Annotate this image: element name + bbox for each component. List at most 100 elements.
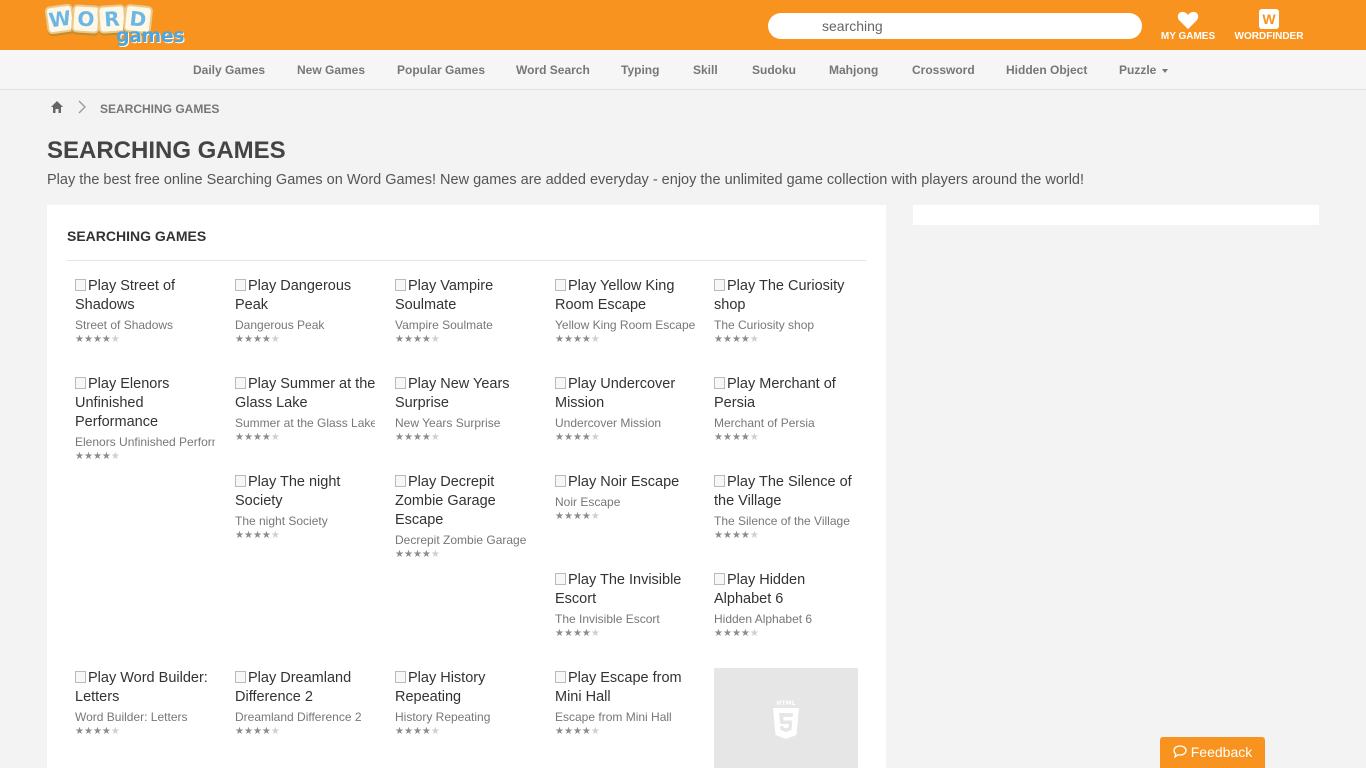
game-card[interactable]: Play Dreamland Difference 2 Dreamland Dif…: [235, 669, 379, 738]
game-card[interactable]: Play New Years Surprise New Years Surpris…: [395, 375, 539, 444]
game-thumbnail[interactable]: Play Escape from Mini Hall: [555, 669, 699, 707]
star-icon: ★: [412, 726, 422, 737]
home-icon[interactable]: [50, 100, 64, 114]
game-title[interactable]: New Years Surprise: [395, 416, 535, 430]
nav-item-puzzle[interactable]: Puzzle: [1119, 63, 1169, 77]
game-thumbnail[interactable]: Play The Silence of the Village: [714, 473, 858, 511]
nav-item-hidden-object[interactable]: Hidden Object: [1006, 63, 1087, 77]
game-thumbnail[interactable]: Play Elenors Unfinished Performance: [75, 375, 219, 432]
star-icon: ★: [403, 726, 413, 737]
game-title[interactable]: Dreamland Difference 2: [235, 710, 375, 724]
star-icon: ★: [722, 628, 732, 639]
game-card[interactable]: Play Yellow King Room Escape Yellow King …: [555, 277, 699, 346]
game-title[interactable]: Summer at the Glass Lake: [235, 416, 375, 430]
game-title[interactable]: Yellow King Room Escape: [555, 318, 695, 332]
star-icon: ★: [235, 334, 244, 345]
game-title[interactable]: History Repeating: [395, 710, 535, 724]
nav-item-new-games[interactable]: New Games: [297, 63, 365, 77]
game-title[interactable]: Merchant of Persia: [714, 416, 854, 430]
star-rating: ★★★★★: [75, 334, 219, 346]
star-icon: ★: [252, 432, 262, 443]
star-icon: ★: [270, 530, 280, 541]
game-title[interactable]: Noir Escape: [555, 495, 695, 509]
game-title[interactable]: Escape from Mini Hall: [555, 710, 695, 724]
game-title[interactable]: Elenors Unfinished Performance: [75, 435, 215, 449]
star-icon: ★: [270, 726, 280, 737]
star-rating: ★★★★★: [235, 432, 379, 444]
star-icon: ★: [395, 549, 404, 560]
game-card[interactable]: Play Elenors Unfinished Performance Eleno…: [75, 375, 219, 463]
game-card[interactable]: Play Summer at the Glass Lake Summer at t…: [235, 375, 379, 444]
game-thumbnail[interactable]: Play Vampire Soulmate: [395, 277, 539, 315]
game-card[interactable]: Play Merchant of Persia Merchant of Persi…: [714, 375, 858, 444]
game-title[interactable]: Vampire Soulmate: [395, 318, 535, 332]
game-thumbnail[interactable]: Play Noir Escape: [555, 473, 699, 492]
game-card[interactable]: Play Word Builder: Letters Word Builder: …: [75, 669, 219, 738]
game-card[interactable]: Play Undercover Mission Undercover Missio…: [555, 375, 699, 444]
sidebar-panel: [913, 205, 1319, 225]
word-games-logo[interactable]: W O R D games: [44, 3, 194, 53]
game-title[interactable]: The Silence of the Village: [714, 514, 854, 528]
game-thumbnail-placeholder[interactable]: HTML: [714, 668, 858, 768]
game-title[interactable]: The Invisible Escort: [555, 612, 695, 626]
game-thumbnail[interactable]: Play Decrepit Zombie Garage Escape: [395, 473, 539, 530]
game-title[interactable]: Street of Shadows: [75, 318, 215, 332]
game-card[interactable]: Play The Curiosity shop The Curiosity sho…: [714, 277, 858, 346]
panel-divider: [67, 260, 866, 261]
game-thumbnail[interactable]: Play Summer at the Glass Lake: [235, 375, 379, 413]
my-games-link[interactable]: MY GAMES: [1160, 9, 1216, 42]
game-card[interactable]: Play Escape from Mini Hall Escape from Mi…: [555, 669, 699, 738]
game-thumbnail-alt-text: Play Dangerous Peak: [235, 278, 352, 313]
game-thumbnail[interactable]: Play Street of Shadows: [75, 277, 219, 315]
game-title[interactable]: The Curiosity shop: [714, 318, 854, 332]
wordfinder-link[interactable]: W WORDFINDER: [1232, 9, 1306, 42]
chat-bubble-icon: [1173, 745, 1187, 759]
game-thumbnail[interactable]: Play Word Builder: Letters: [75, 669, 219, 707]
game-card[interactable]: Play The Invisible Escort The Invisible E…: [555, 571, 699, 640]
star-icon: ★: [563, 432, 573, 443]
game-thumbnail[interactable]: Play History Repeating: [395, 669, 539, 707]
game-thumbnail[interactable]: Play New Years Surprise: [395, 375, 539, 413]
nav-item-word-search[interactable]: Word Search: [516, 63, 590, 77]
game-card[interactable]: Play Vampire Soulmate Vampire Soulmate ★★★…: [395, 277, 539, 346]
game-title[interactable]: Word Builder: Letters: [75, 710, 215, 724]
nav-item-skill[interactable]: Skill: [693, 63, 718, 77]
game-card[interactable]: Play The Silence of the Village The Silen…: [714, 473, 858, 542]
game-thumbnail[interactable]: Play Hidden Alphabet 6: [714, 571, 858, 609]
search-input[interactable]: [768, 13, 1142, 39]
star-icon: ★: [740, 432, 750, 443]
game-thumbnail[interactable]: Play Undercover Mission: [555, 375, 699, 413]
game-thumbnail[interactable]: Play The Invisible Escort: [555, 571, 699, 609]
panel-title: SEARCHING GAMES: [67, 228, 207, 244]
game-thumbnail[interactable]: Play The night Society: [235, 473, 379, 511]
game-thumbnail[interactable]: Play The Curiosity shop: [714, 277, 858, 315]
game-card[interactable]: Play Street of Shadows Street of Shadows ★…: [75, 277, 219, 346]
nav-item-daily-games[interactable]: Daily Games: [193, 63, 265, 77]
feedback-button[interactable]: Feedback: [1160, 737, 1265, 768]
game-card[interactable]: Play History Repeating History Repeating ★…: [395, 669, 539, 738]
game-title[interactable]: The night Society: [235, 514, 375, 528]
star-icon: ★: [110, 334, 120, 345]
nav-item-popular-games[interactable]: Popular Games: [397, 63, 485, 77]
game-card[interactable]: Play Decrepit Zombie Garage Escape Decrep…: [395, 473, 539, 561]
nav-item-mahjong[interactable]: Mahjong: [829, 63, 878, 77]
broken-image-icon: [714, 279, 725, 291]
game-title[interactable]: Undercover Mission: [555, 416, 695, 430]
game-thumbnail[interactable]: Play Dangerous Peak: [235, 277, 379, 315]
game-title[interactable]: Dangerous Peak: [235, 318, 375, 332]
star-icon: ★: [555, 334, 564, 345]
game-thumbnail[interactable]: Play Merchant of Persia: [714, 375, 858, 413]
game-title[interactable]: Hidden Alphabet 6: [714, 612, 854, 626]
game-card[interactable]: Play Hidden Alphabet 6 Hidden Alphabet 6 ★…: [714, 571, 858, 640]
nav-item-crossword[interactable]: Crossword: [912, 63, 975, 77]
nav-item-sudoku[interactable]: Sudoku: [752, 63, 796, 77]
game-thumbnail[interactable]: Play Yellow King Room Escape: [555, 277, 699, 315]
game-card[interactable]: Play The night Society The night Society ★…: [235, 473, 379, 542]
nav-item-typing[interactable]: Typing: [621, 63, 659, 77]
game-thumbnail-alt-text: Play Merchant of Persia: [714, 376, 836, 411]
star-icon: ★: [590, 334, 600, 345]
game-thumbnail[interactable]: Play Dreamland Difference 2: [235, 669, 379, 707]
game-title[interactable]: Decrepit Zombie Garage: [395, 533, 535, 547]
game-card[interactable]: Play Dangerous Peak Dangerous Peak ★★★★★: [235, 277, 379, 346]
game-card[interactable]: Play Noir Escape Noir Escape ★★★★★: [555, 473, 699, 523]
